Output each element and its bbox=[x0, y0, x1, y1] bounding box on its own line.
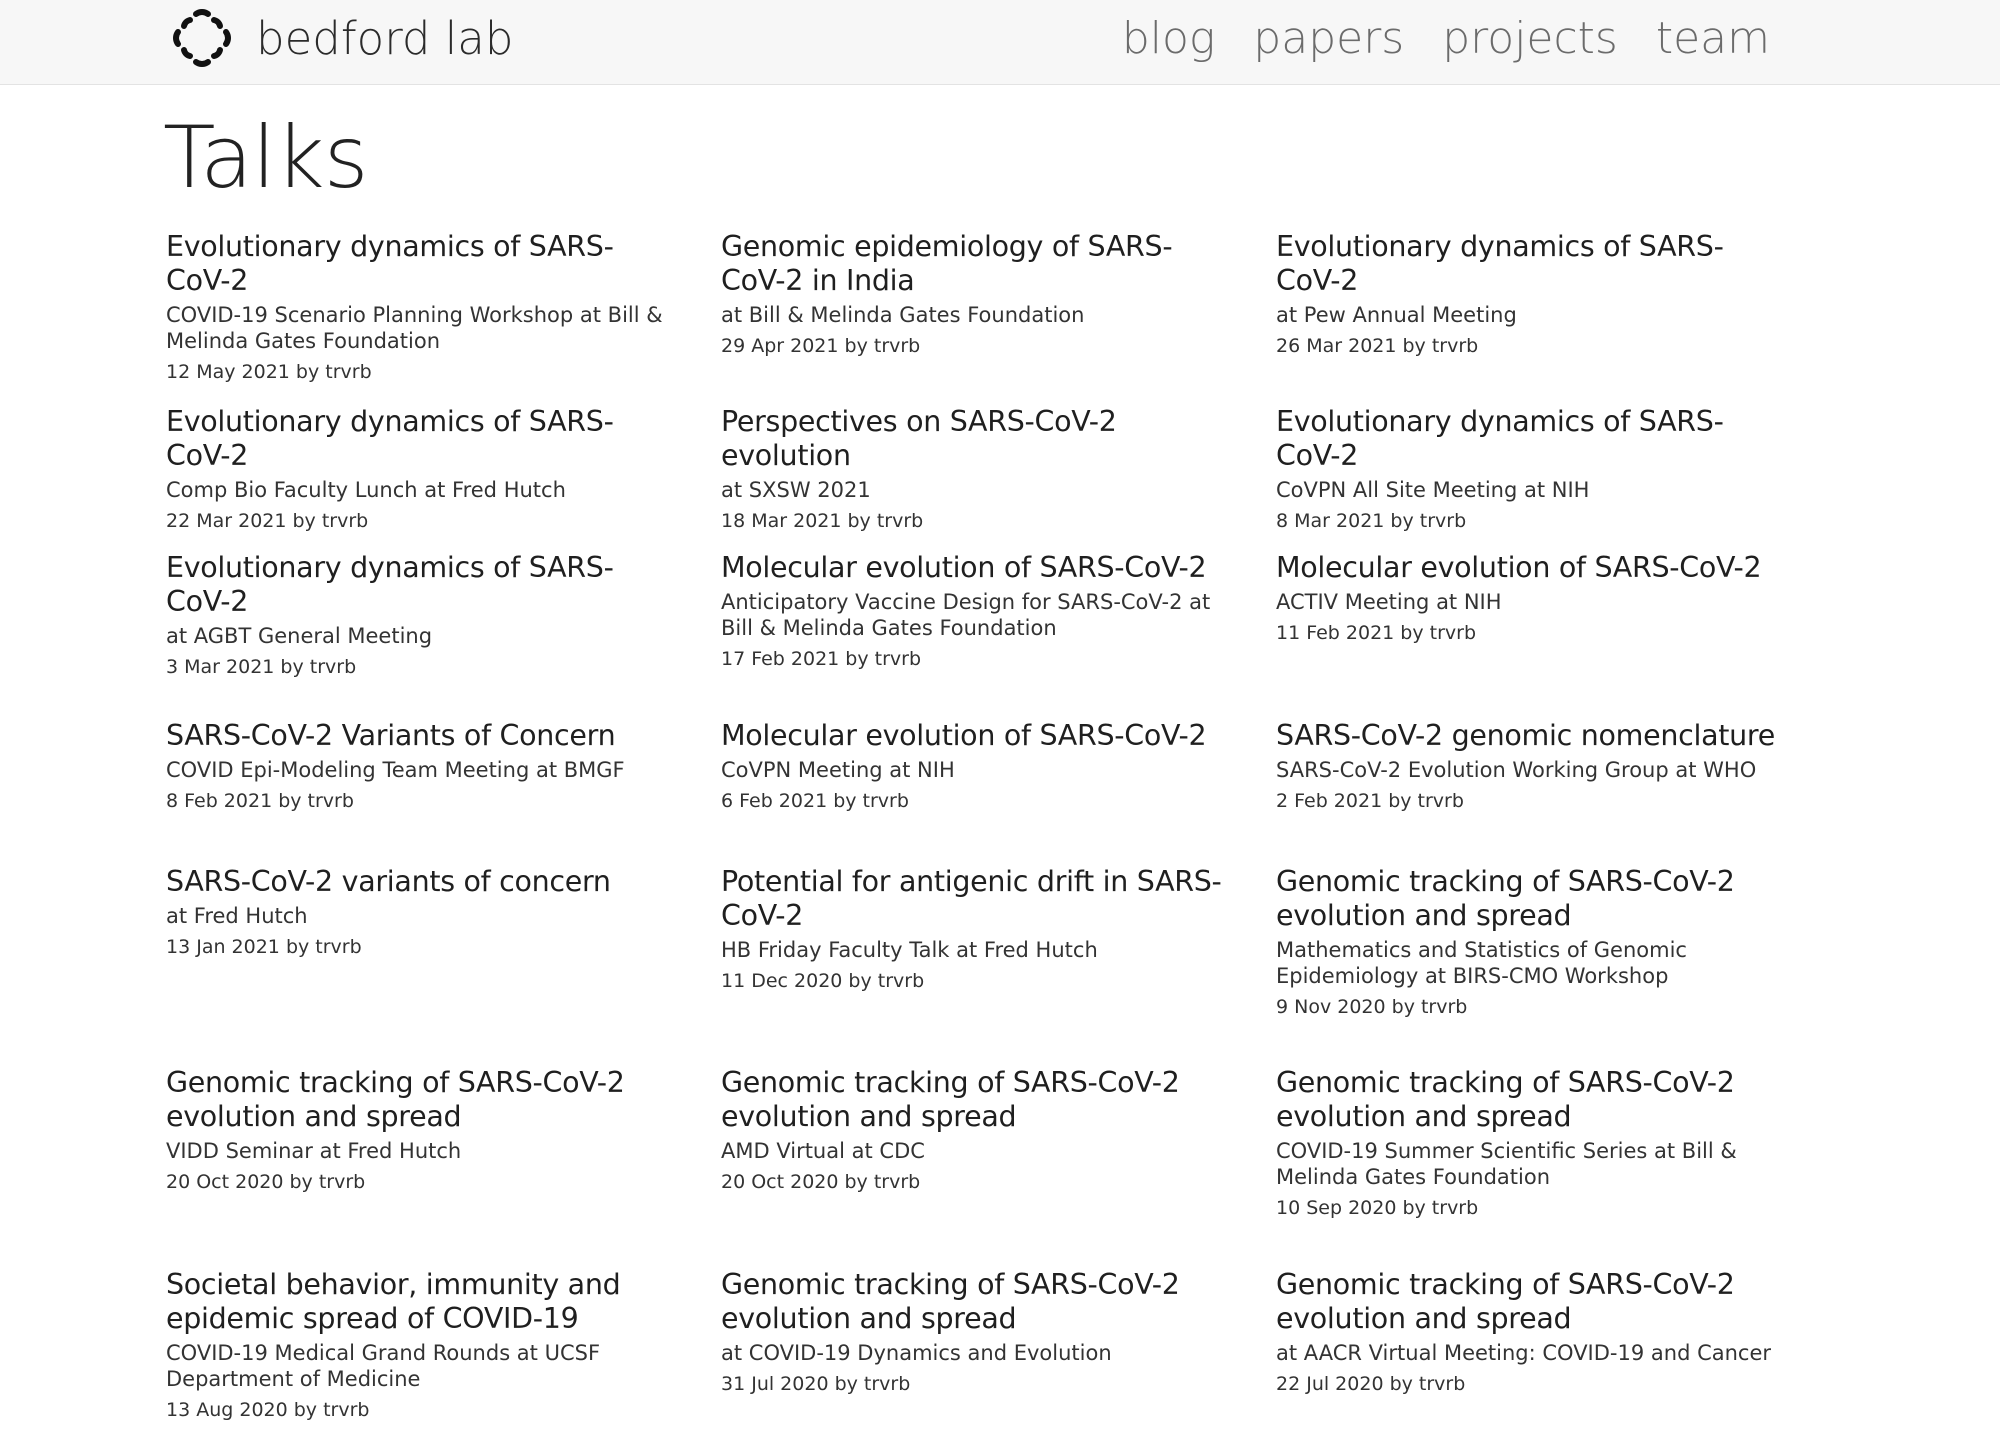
talk-venue: COVID-19 Medical Grand Rounds at UCSF De… bbox=[166, 1341, 601, 1391]
talk-title-link[interactable]: Evolutionary dynamics of SARS-CoV-2 bbox=[166, 230, 676, 298]
talk-title-link[interactable]: Societal behavior, immunity and epidemic… bbox=[166, 1268, 676, 1336]
talk-meta: 8 Mar 2021 by trvrb bbox=[1276, 510, 1467, 532]
page-title: Talks bbox=[163, 108, 368, 208]
talk-item: Genomic tracking of SARS-CoV-2 evolution… bbox=[1276, 865, 1786, 1019]
talk-meta: 9 Nov 2020 by trvrb bbox=[1276, 996, 1468, 1018]
bedford-logo-icon bbox=[173, 9, 231, 67]
talk-meta: 13 Jan 2021 by trvrb bbox=[166, 936, 362, 958]
talk-title-link[interactable]: Evolutionary dynamics of SARS-CoV-2 bbox=[1276, 405, 1786, 473]
talk-venue: HB Friday Faculty Talk at Fred Hutch bbox=[721, 938, 1098, 962]
talk-title-link[interactable]: Evolutionary dynamics of SARS-CoV-2 bbox=[166, 551, 676, 619]
talk-title-link[interactable]: Genomic tracking of SARS-CoV-2 evolution… bbox=[166, 1066, 676, 1134]
talk-title-link[interactable]: Genomic tracking of SARS-CoV-2 evolution… bbox=[1276, 865, 1786, 933]
nav-link-blog[interactable]: blog bbox=[1122, 13, 1215, 64]
talk-item: Genomic epidemiology of SARS-CoV-2 in In… bbox=[721, 230, 1231, 358]
brand-link[interactable]: bedford lab bbox=[170, 6, 513, 70]
talk-venue: at Fred Hutch bbox=[166, 904, 308, 928]
talk-item: Molecular evolution of SARS-CoV-2 Antici… bbox=[721, 551, 1231, 671]
talk-venue: ACTIV Meeting at NIH bbox=[1276, 590, 1502, 614]
talk-item: Evolutionary dynamics of SARS-CoV-2 COVI… bbox=[166, 230, 676, 384]
talk-meta: 13 Aug 2020 by trvrb bbox=[166, 1399, 370, 1421]
talk-venue: CoVPN Meeting at NIH bbox=[721, 758, 955, 782]
talk-title-link[interactable]: SARS-CoV-2 genomic nomenclature bbox=[1276, 719, 1786, 753]
talk-venue: COVID Epi-Modeling Team Meeting at BMGF bbox=[166, 758, 625, 782]
talk-item: Evolutionary dynamics of SARS-CoV-2 Comp… bbox=[166, 405, 676, 533]
talk-item: Genomic tracking of SARS-CoV-2 evolution… bbox=[721, 1268, 1231, 1396]
talk-item: Evolutionary dynamics of SARS-CoV-2 at P… bbox=[1276, 230, 1786, 358]
talk-venue: at AGBT General Meeting bbox=[166, 624, 433, 648]
talk-title-link[interactable]: Genomic tracking of SARS-CoV-2 evolution… bbox=[721, 1066, 1231, 1134]
talk-meta: 6 Feb 2021 by trvrb bbox=[721, 790, 909, 812]
talk-venue: VIDD Seminar at Fred Hutch bbox=[166, 1139, 462, 1163]
talk-title-link[interactable]: Potential for antigenic drift in SARS-Co… bbox=[721, 865, 1231, 933]
talk-meta: 22 Jul 2020 by trvrb bbox=[1276, 1373, 1466, 1395]
talk-venue: COVID-19 Scenario Planning Workshop at B… bbox=[166, 303, 663, 353]
talk-venue: at COVID-19 Dynamics and Evolution bbox=[721, 1341, 1112, 1365]
talk-venue: at Pew Annual Meeting bbox=[1276, 303, 1517, 327]
talk-meta: 12 May 2021 by trvrb bbox=[166, 361, 372, 383]
talk-venue: CoVPN All Site Meeting at NIH bbox=[1276, 478, 1590, 502]
talk-title-link[interactable]: Evolutionary dynamics of SARS-CoV-2 bbox=[166, 405, 676, 473]
talk-meta: 3 Mar 2021 by trvrb bbox=[166, 656, 357, 678]
talk-meta: 20 Oct 2020 by trvrb bbox=[721, 1171, 921, 1193]
talk-item: Evolutionary dynamics of SARS-CoV-2 CoVP… bbox=[1276, 405, 1786, 533]
talk-meta: 2 Feb 2021 by trvrb bbox=[1276, 790, 1464, 812]
talk-item: Potential for antigenic drift in SARS-Co… bbox=[721, 865, 1231, 993]
talk-title-link[interactable]: SARS-CoV-2 variants of concern bbox=[166, 865, 676, 899]
talk-title-link[interactable]: Molecular evolution of SARS-CoV-2 bbox=[721, 719, 1231, 753]
talk-meta: 26 Mar 2021 by trvrb bbox=[1276, 335, 1479, 357]
talk-title-link[interactable]: Genomic tracking of SARS-CoV-2 evolution… bbox=[721, 1268, 1231, 1336]
talk-item: SARS-CoV-2 variants of concern at Fred H… bbox=[166, 865, 676, 959]
talk-title-link[interactable]: Evolutionary dynamics of SARS-CoV-2 bbox=[1276, 230, 1786, 298]
talk-title-link[interactable]: Genomic epidemiology of SARS-CoV-2 in In… bbox=[721, 230, 1231, 298]
talk-meta: 11 Dec 2020 by trvrb bbox=[721, 970, 925, 992]
talk-title-link[interactable]: Genomic tracking of SARS-CoV-2 evolution… bbox=[1276, 1066, 1786, 1134]
talk-title-link[interactable]: Genomic tracking of SARS-CoV-2 evolution… bbox=[1276, 1268, 1786, 1336]
talk-meta: 31 Jul 2020 by trvrb bbox=[721, 1373, 911, 1395]
talk-item: Genomic tracking of SARS-CoV-2 evolution… bbox=[1276, 1268, 1786, 1396]
talk-item: Molecular evolution of SARS-CoV-2 ACTIV … bbox=[1276, 551, 1786, 645]
talk-meta: 11 Feb 2021 by trvrb bbox=[1276, 622, 1477, 644]
talk-meta: 8 Feb 2021 by trvrb bbox=[166, 790, 354, 812]
nav-link-papers[interactable]: papers bbox=[1253, 13, 1404, 64]
nav-link-team[interactable]: team bbox=[1656, 13, 1770, 64]
talk-item: Evolutionary dynamics of SARS-CoV-2 at A… bbox=[166, 551, 676, 679]
talk-title-link[interactable]: Molecular evolution of SARS-CoV-2 bbox=[1276, 551, 1786, 585]
talk-venue: Comp Bio Faculty Lunch at Fred Hutch bbox=[166, 478, 566, 502]
nav-links: blog papers projects team bbox=[1122, 8, 1770, 68]
top-navbar: bedford lab blog papers projects team bbox=[0, 0, 2000, 85]
talk-meta: 18 Mar 2021 by trvrb bbox=[721, 510, 924, 532]
talk-venue: at SXSW 2021 bbox=[721, 478, 871, 502]
talk-item: SARS-CoV-2 genomic nomenclature SARS-CoV… bbox=[1276, 719, 1786, 813]
talk-meta: 29 Apr 2021 by trvrb bbox=[721, 335, 921, 357]
talk-item: Genomic tracking of SARS-CoV-2 evolution… bbox=[166, 1066, 676, 1194]
talk-venue: Anticipatory Vaccine Design for SARS-CoV… bbox=[721, 590, 1211, 640]
talk-item: Perspectives on SARS-CoV-2 evolution at … bbox=[721, 405, 1231, 533]
talk-title-link[interactable]: Molecular evolution of SARS-CoV-2 bbox=[721, 551, 1231, 585]
talk-item: Genomic tracking of SARS-CoV-2 evolution… bbox=[1276, 1066, 1786, 1220]
talk-item: SARS-CoV-2 Variants of Concern COVID Epi… bbox=[166, 719, 676, 813]
talk-title-link[interactable]: Perspectives on SARS-CoV-2 evolution bbox=[721, 405, 1231, 473]
talk-meta: 17 Feb 2021 by trvrb bbox=[721, 648, 922, 670]
talk-item: Societal behavior, immunity and epidemic… bbox=[166, 1268, 676, 1422]
talk-title-link[interactable]: SARS-CoV-2 Variants of Concern bbox=[166, 719, 676, 753]
talk-meta: 20 Oct 2020 by trvrb bbox=[166, 1171, 366, 1193]
talk-venue: at Bill & Melinda Gates Foundation bbox=[721, 303, 1085, 327]
talk-item: Molecular evolution of SARS-CoV-2 CoVPN … bbox=[721, 719, 1231, 813]
talk-venue: Mathematics and Statistics of Genomic Ep… bbox=[1276, 938, 1687, 988]
brand-name: bedford lab bbox=[256, 11, 514, 65]
talk-meta: 10 Sep 2020 by trvrb bbox=[1276, 1197, 1479, 1219]
nav-link-projects[interactable]: projects bbox=[1442, 13, 1618, 64]
talk-meta: 22 Mar 2021 by trvrb bbox=[166, 510, 369, 532]
talk-item: Genomic tracking of SARS-CoV-2 evolution… bbox=[721, 1066, 1231, 1194]
talk-venue: at AACR Virtual Meeting: COVID-19 and Ca… bbox=[1276, 1341, 1772, 1365]
talk-venue: COVID-19 Summer Scientific Series at Bil… bbox=[1276, 1139, 1737, 1189]
talk-venue: AMD Virtual at CDC bbox=[721, 1139, 925, 1163]
talk-venue: SARS-CoV-2 Evolution Working Group at WH… bbox=[1276, 758, 1757, 782]
